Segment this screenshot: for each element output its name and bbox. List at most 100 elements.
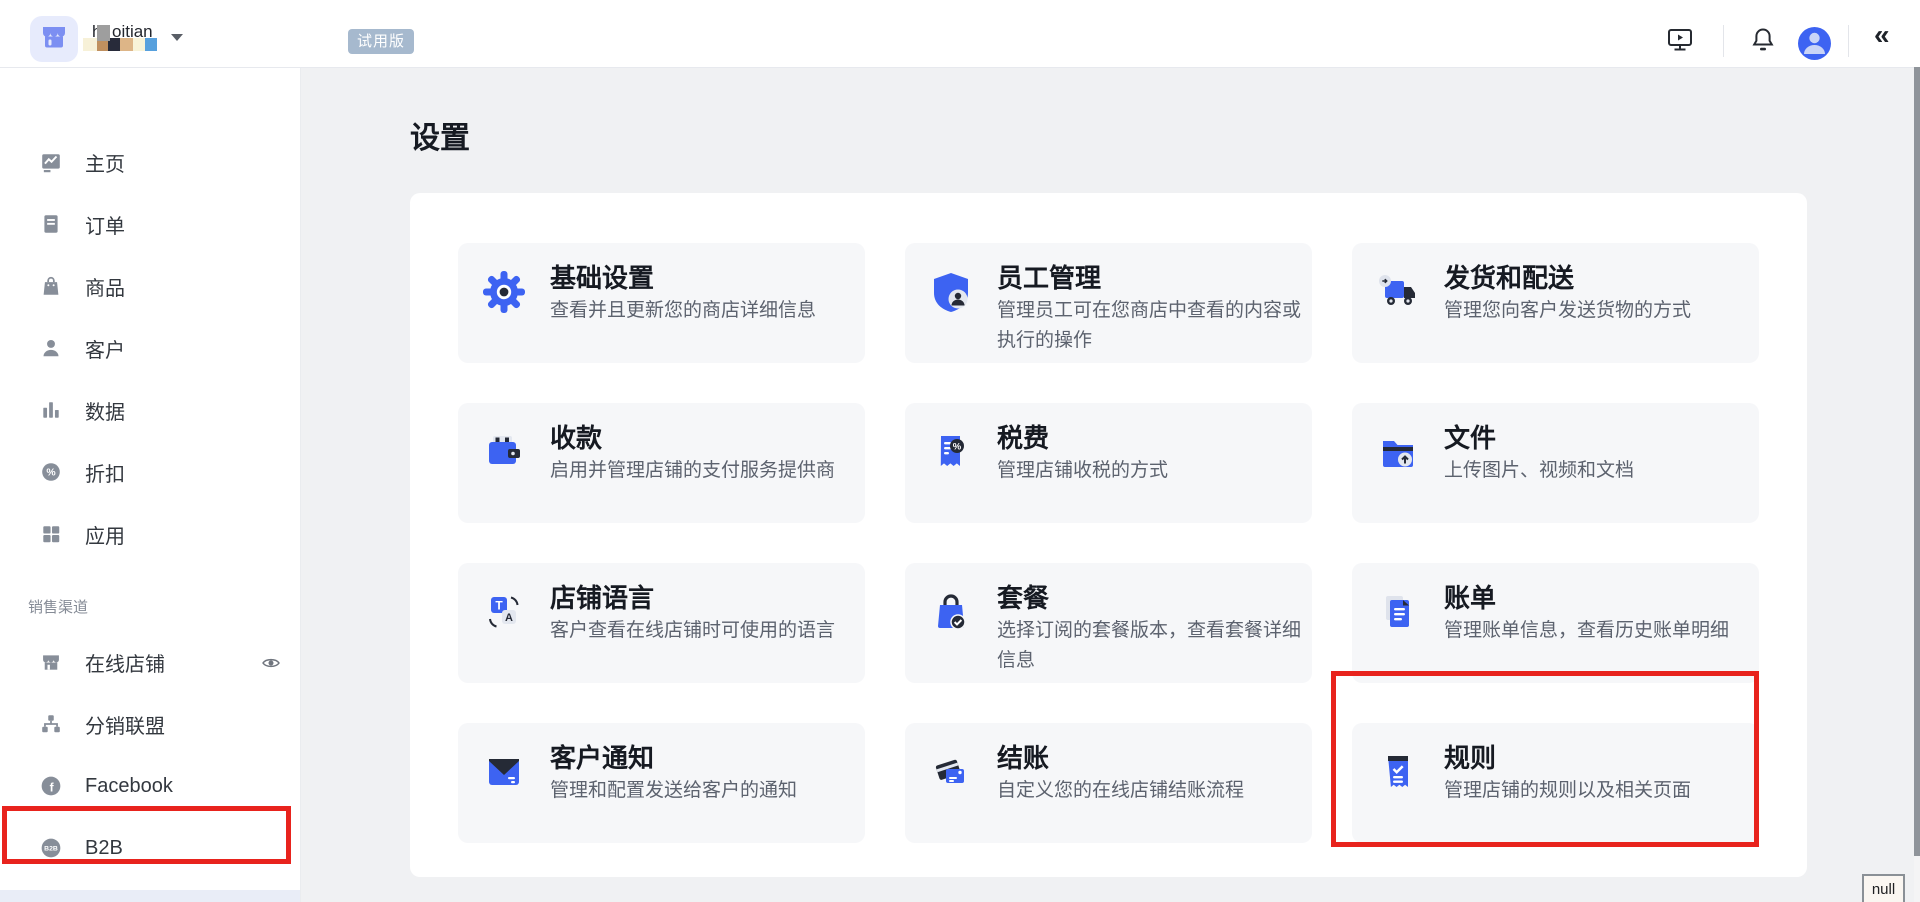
card-description: 查看并且更新您的商店详细信息 — [550, 300, 817, 321]
settings-card-wallet[interactable]: 收款 启用并管理店铺的支付服务提供商 — [458, 403, 865, 523]
store-switcher[interactable]: h oitian — [83, 18, 193, 58]
card-title: 套餐 — [997, 583, 1050, 613]
card-text: 结账自定义您的在线店铺结账流程 — [997, 742, 1304, 843]
avatar-person-icon — [1798, 25, 1831, 63]
svg-text:B2B: B2B — [44, 846, 58, 853]
settings-card-shield-user[interactable]: 员工管理管理员工可在您商店中查看的内容或执行的操作 — [905, 243, 1312, 363]
card-text: 客户通知 管理和配置发送给客户的通知 — [550, 742, 857, 843]
translate-icon: T A — [480, 588, 528, 636]
tax-receipt-icon: % — [927, 428, 975, 476]
settings-card-plan-bag[interactable]: 套餐选择订阅的套餐版本，查看套餐详细信息 — [905, 563, 1312, 683]
sidebar-item-label: 在线店铺 — [85, 653, 165, 676]
card-description: 选择订阅的套餐版本，查看套餐详细信息 — [997, 620, 1302, 671]
facebook-icon: f — [40, 775, 62, 797]
card-title: 员工管理 — [997, 263, 1102, 293]
screen-share-button[interactable] — [1663, 24, 1697, 58]
apps-icon — [40, 523, 62, 545]
eye-icon[interactable] — [261, 655, 281, 676]
online-store-icon — [40, 651, 62, 673]
settings-card-grid: 基础设置查看并且更新您的商店详细信息 员工管理管理员工可在您商店中查看的内容或执… — [410, 193, 1807, 877]
card-text: 套餐选择订阅的套餐版本，查看套餐详细信息 — [997, 582, 1304, 683]
settings-card-gear[interactable]: 基础设置查看并且更新您的商店详细信息 — [458, 243, 865, 363]
card-description: 管理店铺的规则以及相关页面 — [1444, 780, 1692, 801]
collapse-sidebar-icon[interactable]: « — [1868, 20, 1896, 50]
sidebar-nav: 主页 订单 商品 客户 数据 % 折扣 应用 销售渠道 在线店铺 分销联盟 f Face… — [0, 142, 300, 902]
card-description: 启用并管理店铺的支付服务提供商 — [550, 460, 836, 481]
settings-card-checkout-card[interactable]: 结账自定义您的在线店铺结账流程 — [905, 723, 1312, 843]
sidebar-item-orders[interactable]: 订单 — [0, 204, 300, 244]
sidebar-item-label: Facebook — [85, 774, 173, 797]
card-title: 规则 — [1444, 743, 1497, 773]
card-title: 结账 — [997, 743, 1050, 773]
card-description: 管理员工可在您商店中查看的内容或执行的操作 — [997, 300, 1302, 351]
sidebar: 主页 订单 商品 客户 数据 % 折扣 应用 销售渠道 在线店铺 分销联盟 f Face… — [0, 67, 301, 902]
page-scrollbar[interactable] — [1914, 67, 1920, 902]
app-window: h oitian 试用版 — [0, 0, 1920, 902]
orders-icon — [40, 213, 62, 235]
sidebar-item-analytics[interactable]: 数据 — [0, 390, 300, 430]
store-logo[interactable] — [30, 16, 78, 62]
sidebar-item-label: 订单 — [85, 215, 125, 238]
sidebar-item-label: 主页 — [85, 153, 125, 176]
svg-text:A: A — [505, 612, 513, 624]
card-title: 税费 — [997, 423, 1050, 453]
billing-doc-icon — [1374, 588, 1422, 636]
sidebar-item-label: 客户 — [85, 339, 125, 362]
mail-icon — [480, 748, 528, 796]
top-bar: h oitian 试用版 — [0, 0, 1920, 68]
sidebar-item-online-store[interactable]: 在线店铺 — [0, 642, 300, 682]
customers-icon — [40, 337, 62, 359]
shield-user-icon — [927, 268, 975, 316]
sidebar-item-apps[interactable]: 应用 — [0, 514, 300, 554]
checkout-card-icon — [927, 748, 975, 796]
sidebar-item-label: 数据 — [85, 401, 125, 424]
sidebar-item-products[interactable]: 商品 — [0, 266, 300, 306]
settings-card-truck[interactable]: 发货和配送 管理您向客户发送货物的方式 — [1352, 243, 1759, 363]
svg-text:T: T — [495, 599, 503, 613]
notifications-button[interactable] — [1746, 24, 1780, 58]
null-overlay: null — [1862, 874, 1905, 902]
settings-card-translate[interactable]: T A 店铺语言 客户查看在线店铺时可使用的语言 — [458, 563, 865, 683]
card-text: 基础设置查看并且更新您的商店详细信息 — [550, 262, 857, 363]
sidebar-item-label: 折扣 — [85, 463, 125, 486]
header-divider — [1848, 25, 1849, 57]
settings-card-folder-upload[interactable]: 文件 上传图片、视频和文档 — [1352, 403, 1759, 523]
sidebar-item-facebook[interactable]: f Facebook — [0, 766, 300, 806]
products-icon — [40, 275, 62, 297]
wallet-icon — [480, 428, 528, 476]
user-avatar[interactable] — [1798, 27, 1831, 60]
sidebar-item-label: 应用 — [85, 525, 125, 548]
card-title: 文件 — [1444, 423, 1497, 453]
mosaic-block — [145, 38, 157, 51]
card-text: 发货和配送 管理您向客户发送货物的方式 — [1444, 262, 1751, 363]
sidebar-item-customers[interactable]: 客户 — [0, 328, 300, 368]
card-title: 账单 — [1444, 583, 1497, 613]
sidebar-item-b2b[interactable]: B2B B2B — [0, 828, 300, 868]
scrollbar-thumb[interactable] — [1914, 67, 1920, 856]
svg-text:%: % — [46, 468, 55, 479]
analytics-icon — [40, 399, 62, 421]
settings-card-rules-receipt[interactable]: 规则管理店铺的规则以及相关页面 — [1352, 723, 1759, 843]
card-description: 自定义您的在线店铺结账流程 — [997, 780, 1245, 801]
mosaic-block — [83, 38, 97, 51]
page-title: 设置 — [410, 122, 470, 155]
card-title: 发货和配送 — [1444, 263, 1575, 293]
card-text: 文件 上传图片、视频和文档 — [1444, 422, 1751, 523]
card-title: 客户通知 — [550, 743, 655, 773]
discount-icon: % — [40, 461, 62, 483]
bell-icon — [1749, 26, 1777, 57]
card-title: 基础设置 — [550, 263, 655, 293]
sidebar-item-discount[interactable]: % 折扣 — [0, 452, 300, 492]
card-text: 税费 管理店铺收税的方式 — [997, 422, 1304, 523]
screen-share-icon — [1665, 25, 1695, 58]
storefront-icon — [39, 22, 69, 57]
sidebar-item-dashboard[interactable]: 主页 — [0, 142, 300, 182]
gear-icon — [480, 268, 528, 316]
settings-card-tax-receipt[interactable]: % 税费 管理店铺收税的方式 — [905, 403, 1312, 523]
card-text: 账单 管理账单信息，查看历史账单明细 — [1444, 582, 1751, 683]
sidebar-item-settings[interactable]: 设置 — [0, 890, 300, 902]
b2b-icon: B2B — [40, 837, 62, 859]
sidebar-item-affiliate[interactable]: 分销联盟 — [0, 704, 300, 744]
settings-card-mail[interactable]: 客户通知 管理和配置发送给客户的通知 — [458, 723, 865, 843]
settings-card-billing-doc[interactable]: 账单 管理账单信息，查看历史账单明细 — [1352, 563, 1759, 683]
